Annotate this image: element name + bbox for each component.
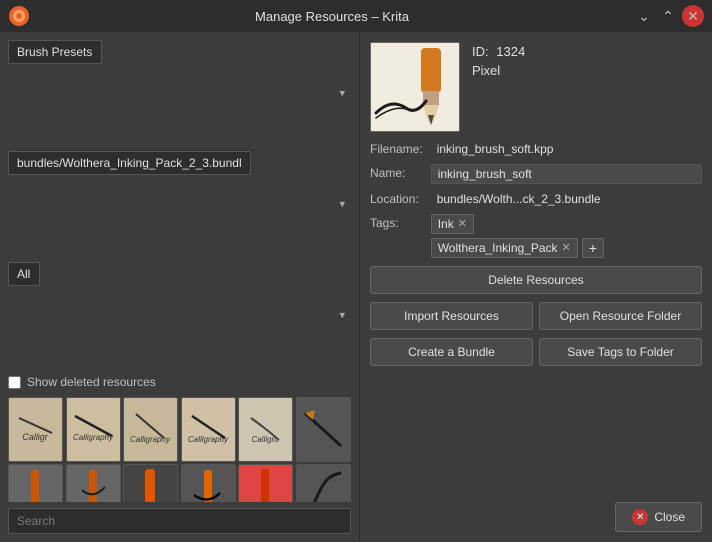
tags-row-2: Wolthera_Inking_Pack ✕ + bbox=[431, 238, 702, 258]
left-panel: Brush Presets bundles/Wolthera_Inking_Pa… bbox=[0, 32, 360, 542]
brush-cell-11[interactable] bbox=[238, 464, 293, 502]
brush-cell-10[interactable] bbox=[181, 464, 236, 502]
name-label: Name: bbox=[370, 164, 423, 180]
add-tag-button[interactable]: + bbox=[582, 238, 604, 258]
create-bundle-button[interactable]: Create a Bundle bbox=[370, 338, 533, 366]
filter-dropdown[interactable]: All bbox=[8, 262, 40, 286]
id-value: 1324 bbox=[496, 44, 525, 59]
tag-ink-remove[interactable]: ✕ bbox=[458, 219, 467, 230]
titlebar: Manage Resources – Krita ⌄ ⌃ ✕ bbox=[0, 0, 712, 32]
brush-cell-7[interactable] bbox=[8, 464, 63, 502]
import-resources-button[interactable]: Import Resources bbox=[370, 302, 533, 330]
brush-type-row: Pixel bbox=[472, 63, 702, 78]
brush-cell-5[interactable]: Calligro bbox=[238, 397, 293, 462]
open-resource-folder-button[interactable]: Open Resource Folder bbox=[539, 302, 702, 330]
preview-info-row: ID: 1324 Pixel bbox=[370, 42, 702, 132]
brush-cell-2[interactable]: Calligraphy bbox=[66, 397, 121, 462]
brush-cell-1[interactable]: Calligr bbox=[8, 397, 63, 462]
close-area: ✕ Close bbox=[370, 502, 702, 532]
properties-table: Filename: inking_brush_soft.kpp Name: in… bbox=[370, 140, 702, 258]
tag-wolthera[interactable]: Wolthera_Inking_Pack ✕ bbox=[431, 238, 578, 258]
close-icon: ✕ bbox=[632, 509, 648, 525]
show-deleted-row: Show deleted resources bbox=[8, 373, 351, 391]
filename-label: Filename: bbox=[370, 140, 423, 156]
brush-cell-9[interactable] bbox=[123, 464, 178, 502]
close-label: Close bbox=[654, 510, 685, 524]
window-controls: ⌄ ⌃ ✕ bbox=[634, 5, 704, 27]
brush-cell-4[interactable]: Calligraphy bbox=[181, 397, 236, 462]
krita-logo-icon bbox=[8, 5, 30, 27]
location-value: bundles/Wolth...ck_2_3.bundle bbox=[431, 190, 702, 208]
delete-resources-button[interactable]: Delete Resources bbox=[370, 266, 702, 294]
close-dialog-button[interactable]: ✕ Close bbox=[615, 502, 702, 532]
location-label: Location: bbox=[370, 190, 423, 206]
show-deleted-checkbox[interactable] bbox=[8, 376, 21, 389]
brush-id-row: ID: 1324 bbox=[472, 44, 702, 59]
brush-cell-8[interactable] bbox=[66, 464, 121, 502]
titlebar-left bbox=[8, 5, 30, 27]
search-input[interactable] bbox=[8, 508, 351, 534]
type-value: Pixel bbox=[472, 63, 500, 78]
resource-type-dropdown[interactable]: Brush Presets bbox=[8, 40, 102, 64]
tag-wolthera-label: Wolthera_Inking_Pack bbox=[438, 241, 558, 255]
brush-cell-3[interactable]: Calligraphy bbox=[123, 397, 178, 462]
filename-value: inking_brush_soft.kpp bbox=[431, 140, 702, 158]
window-title: Manage Resources – Krita bbox=[255, 9, 409, 24]
svg-text:Calligraphy: Calligraphy bbox=[130, 435, 171, 444]
brush-id-type-block: ID: 1324 Pixel bbox=[472, 42, 702, 78]
brush-cell-6[interactable] bbox=[296, 397, 351, 462]
brush-cell-12[interactable] bbox=[296, 464, 351, 502]
resource-type-dropdown-wrapper: Brush Presets bbox=[8, 40, 351, 145]
right-panel: ID: 1324 Pixel Filename: inking_brush_so… bbox=[360, 32, 712, 542]
bundle-save-row: Create a Bundle Save Tags to Folder bbox=[370, 338, 702, 366]
brush-preview bbox=[370, 42, 460, 132]
filter-dropdown-wrapper: All bbox=[8, 262, 351, 367]
id-label: ID: bbox=[472, 44, 489, 59]
bundle-dropdown[interactable]: bundles/Wolthera_Inking_Pack_2_3.bundl bbox=[8, 151, 251, 175]
tag-ink[interactable]: Ink ✕ bbox=[431, 214, 474, 234]
maximize-button[interactable]: ⌃ bbox=[658, 6, 678, 26]
brush-grid: Calligr Calligraphy Calligraphy bbox=[8, 397, 351, 502]
name-value: inking_brush_soft bbox=[431, 164, 702, 184]
tags-container: Ink ✕ Wolthera_Inking_Pack ✕ + bbox=[431, 214, 702, 258]
main-layout: Brush Presets bundles/Wolthera_Inking_Pa… bbox=[0, 32, 712, 542]
tags-row: Ink ✕ bbox=[431, 214, 702, 234]
save-tags-button[interactable]: Save Tags to Folder bbox=[539, 338, 702, 366]
import-open-row: Import Resources Open Resource Folder bbox=[370, 302, 702, 330]
bundle-dropdown-wrapper: bundles/Wolthera_Inking_Pack_2_3.bundl bbox=[8, 151, 351, 256]
show-deleted-label: Show deleted resources bbox=[27, 375, 156, 389]
tags-label: Tags: bbox=[370, 214, 423, 230]
minimize-button[interactable]: ⌄ bbox=[634, 6, 654, 26]
tag-wolthera-remove[interactable]: ✕ bbox=[562, 243, 571, 254]
svg-text:Calligr: Calligr bbox=[22, 432, 49, 442]
close-window-button[interactable]: ✕ bbox=[682, 5, 704, 27]
tag-ink-label: Ink bbox=[438, 217, 454, 231]
